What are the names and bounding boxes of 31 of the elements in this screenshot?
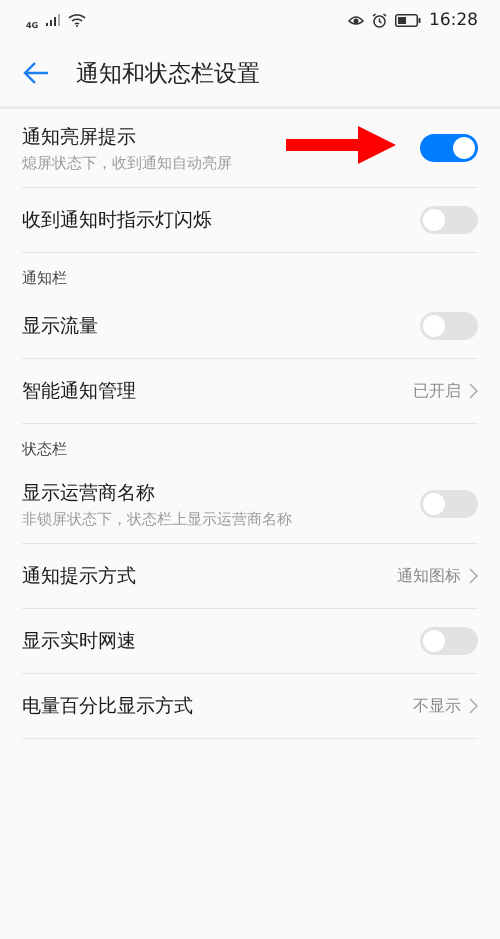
toggle-switch[interactable]: [420, 134, 478, 162]
setting-label: 通知亮屏提示: [22, 124, 137, 150]
page-title: 通知和状态栏设置: [76, 60, 260, 88]
chevron-icon: [469, 383, 478, 399]
setting-label: 智能通知管理: [22, 379, 136, 404]
back-button[interactable]: [22, 61, 50, 85]
setting-value[interactable]: 通知图标: [397, 566, 478, 586]
setting-label: 显示运营商名称: [22, 480, 156, 506]
setting-label: 显示流量: [22, 314, 98, 339]
setting-label: 电量百分比显示方式: [22, 694, 193, 719]
battery-icon: [395, 14, 421, 26]
chevron-icon: [469, 568, 478, 584]
toggle-switch[interactable]: [420, 490, 478, 518]
setting-label: 显示实时网速: [22, 629, 136, 654]
toggle-switch[interactable]: [420, 312, 478, 340]
setting-description: 非锁屏状态下，状态栏上显示运营商名称: [22, 510, 292, 528]
section-header: 状态栏: [20, 439, 68, 460]
setting-description: 熄屏状态下，收到通知自动亮屏: [22, 154, 232, 172]
setting-label: 收到通知时指示灯闪烁: [22, 208, 212, 233]
wifi-icon: [68, 13, 86, 27]
signal-icon: [46, 14, 60, 26]
toggle-switch[interactable]: [420, 206, 478, 234]
section-header: 通知栏: [21, 268, 68, 289]
network-type: 4G: [26, 20, 38, 30]
setting-label: 通知提示方式: [22, 564, 136, 589]
setting-value[interactable]: 不显示: [413, 696, 478, 716]
clock-time: 16:28: [429, 10, 478, 30]
chevron-icon: [469, 698, 478, 714]
alarm-icon: [372, 12, 387, 28]
setting-value[interactable]: 已开启: [413, 380, 478, 402]
toggle-switch[interactable]: [420, 627, 478, 655]
